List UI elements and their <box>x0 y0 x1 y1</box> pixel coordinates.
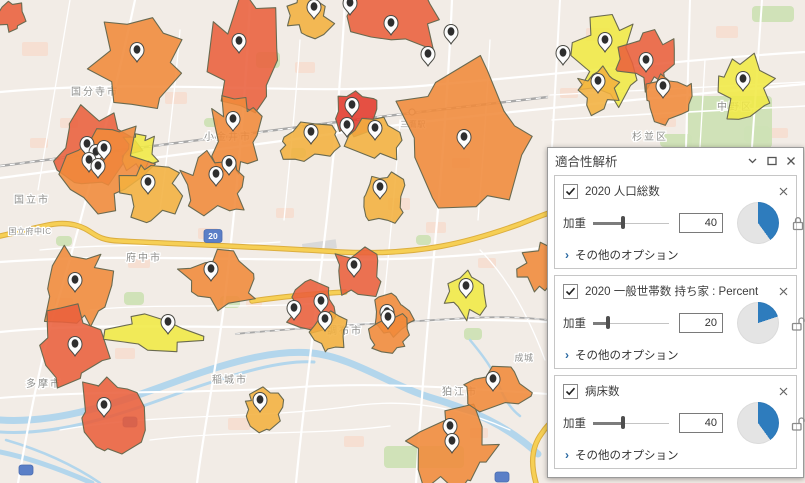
route-shield <box>495 472 509 482</box>
weight-input[interactable] <box>679 313 723 333</box>
park-area <box>416 235 431 245</box>
park-area <box>752 6 794 22</box>
lock-toggle[interactable] <box>790 215 805 232</box>
urban-block <box>560 88 578 98</box>
park-area <box>744 126 770 142</box>
lock-toggle[interactable] <box>790 415 805 432</box>
route-shield <box>19 465 33 475</box>
remove-layer-icon[interactable] <box>779 187 788 196</box>
close-panel-icon[interactable] <box>786 156 796 166</box>
unlock-icon <box>790 415 805 432</box>
map-place-label: 国立府中IC <box>9 226 52 236</box>
suitability-analysis-panel: 適合性解析 2020 人口総数 <box>547 147 804 478</box>
park-area <box>124 292 144 305</box>
weight-pie-chart <box>737 402 779 444</box>
criteria-card: 2020 人口総数 加重 <box>554 175 797 269</box>
park-area <box>56 236 72 246</box>
chevron-right-icon: › <box>565 449 569 461</box>
weight-input[interactable] <box>679 213 723 233</box>
criteria-card: 病床数 加重 <box>554 375 797 469</box>
maximize-panel-icon[interactable] <box>767 156 777 166</box>
urban-block <box>478 258 496 268</box>
urban-block <box>228 418 250 430</box>
weight-label: 加重 <box>563 215 589 231</box>
check-icon <box>565 386 576 397</box>
weight-label: 加重 <box>563 415 589 431</box>
weight-pie-chart <box>737 202 779 244</box>
map-place-label: 稲城市 <box>212 373 248 386</box>
urban-block <box>716 26 738 38</box>
slider-thumb[interactable] <box>606 316 610 329</box>
route-shield-number: 20 <box>208 231 218 241</box>
map-place-label: 国立市 <box>14 193 50 206</box>
more-options-toggle[interactable]: › その他のオプション <box>563 447 788 463</box>
park-area <box>464 328 482 340</box>
more-options-toggle[interactable]: › その他のオプション <box>563 347 788 363</box>
urban-block <box>770 128 788 138</box>
layer-label: 2020 人口総数 <box>585 183 772 199</box>
lock-icon <box>790 215 805 232</box>
slider-thumb[interactable] <box>621 416 625 429</box>
remove-layer-icon[interactable] <box>779 387 788 396</box>
weight-pie-chart <box>737 302 779 344</box>
panel-title: 適合性解析 <box>555 151 747 170</box>
check-icon <box>565 286 576 297</box>
remove-layer-icon[interactable] <box>779 287 788 296</box>
check-icon <box>565 186 576 197</box>
urban-block <box>344 436 364 447</box>
panel-header: 適合性解析 <box>548 148 803 173</box>
layer-checkbox[interactable] <box>563 384 578 399</box>
layer-checkbox[interactable] <box>563 184 578 199</box>
layer-label: 2020 一般世帯数 持ち家 : Percent <box>585 283 772 299</box>
layer-checkbox[interactable] <box>563 284 578 299</box>
urban-block <box>165 92 187 104</box>
layer-label: 病床数 <box>585 383 772 399</box>
collapse-panel-icon[interactable] <box>747 155 758 166</box>
slider-thumb[interactable] <box>621 216 625 229</box>
unlock-icon <box>790 315 805 332</box>
lock-toggle[interactable] <box>790 315 805 332</box>
criteria-card: 2020 一般世帯数 持ち家 : Percent 加重 <box>554 275 797 369</box>
chevron-right-icon: › <box>565 249 569 261</box>
weight-slider[interactable] <box>593 415 669 431</box>
map-place-label: 成城 <box>514 352 533 363</box>
more-options-toggle[interactable]: › その他のオプション <box>563 247 788 263</box>
chevron-right-icon: › <box>565 349 569 361</box>
urban-block <box>22 42 48 56</box>
map-place-label: 杉並区 <box>632 130 668 143</box>
panel-body: 2020 人口総数 加重 <box>548 173 803 477</box>
urban-block <box>115 348 135 359</box>
weight-slider[interactable] <box>593 315 669 331</box>
map-place-label: 府中市 <box>126 251 162 264</box>
weight-slider[interactable] <box>593 215 669 231</box>
weight-label: 加重 <box>563 315 589 331</box>
weight-input[interactable] <box>679 413 723 433</box>
